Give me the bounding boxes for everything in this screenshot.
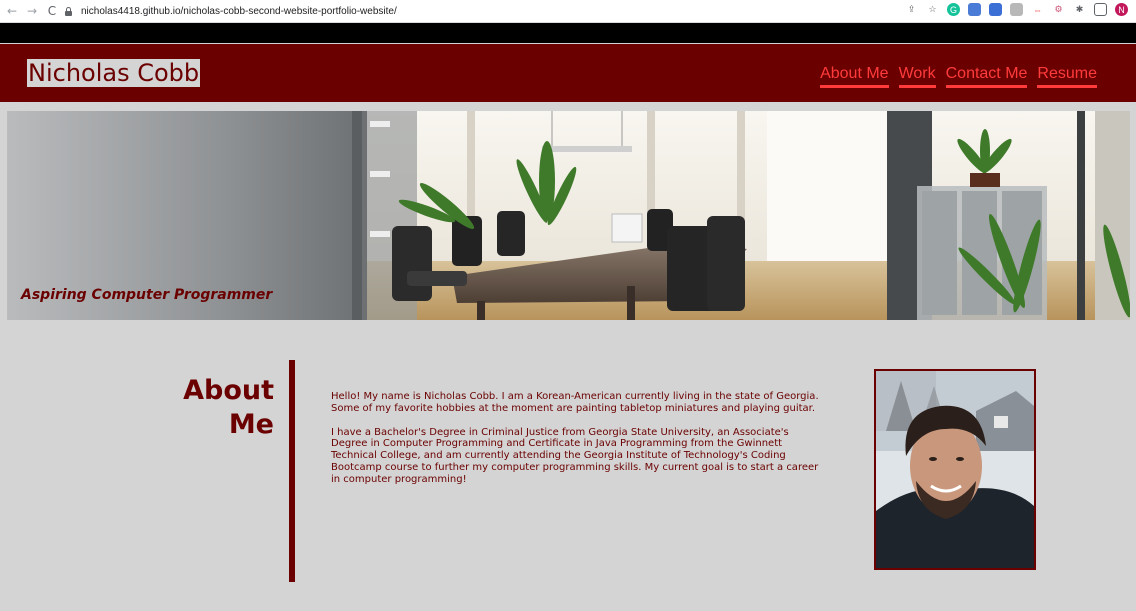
address-bar[interactable]: nicholas4418.github.io/nicholas-cobb-sec…: [64, 3, 397, 20]
grammarly-icon[interactable]: G: [947, 3, 960, 16]
about-text: Hello! My name is Nicholas Cobb. I am a …: [331, 391, 826, 486]
browser-toolbar: ← → C nicholas4418.github.io/nicholas-co…: [0, 0, 1136, 23]
camera-extension-icon[interactable]: [989, 3, 1002, 16]
red-extension-icon[interactable]: ⇔: [1031, 3, 1044, 16]
site-header: Nicholas Cobb About Me Work Contact Me R…: [0, 44, 1136, 102]
lock-icon: [64, 7, 73, 16]
about-paragraph-1: Hello! My name is Nicholas Cobb. I am a …: [331, 391, 819, 414]
about-paragraph-2: I have a Bachelor's Degree in Criminal J…: [331, 426, 819, 485]
site-nav: About Me Work Contact Me Resume: [820, 65, 1097, 88]
extension-icons: ⇪ ☆ G ⇔ ⚙ ✱ N: [905, 3, 1128, 16]
share-icon[interactable]: ⇪: [905, 3, 918, 16]
about-divider: [289, 360, 295, 582]
grey-extension-icon[interactable]: [1010, 3, 1023, 16]
back-arrow-icon[interactable]: ←: [4, 3, 20, 19]
about-heading-line2: Me: [228, 409, 274, 440]
site-title: Nicholas Cobb: [27, 59, 201, 87]
nav-resume[interactable]: Resume: [1037, 65, 1097, 88]
nav-work[interactable]: Work: [898, 65, 936, 88]
hero-banner: Aspiring Computer Programmer: [7, 111, 1130, 320]
profile-photo-image: [876, 371, 1034, 568]
nav-contact-me[interactable]: Contact Me: [945, 65, 1028, 88]
about-heading-line1: About: [183, 375, 274, 406]
about-heading: About Me: [160, 374, 274, 442]
profile-photo: [874, 369, 1036, 570]
puzzle-icon[interactable]: ✱: [1073, 3, 1086, 16]
profile-avatar[interactable]: N: [1115, 3, 1128, 16]
url-text: nicholas4418.github.io/nicholas-cobb-sec…: [81, 6, 397, 17]
black-strip: [0, 23, 1136, 43]
settings-extension-icon[interactable]: ⚙: [1052, 3, 1065, 16]
hero-tagline: Aspiring Computer Programmer: [21, 287, 273, 303]
star-icon[interactable]: ☆: [926, 3, 939, 16]
nav-about-me[interactable]: About Me: [820, 65, 889, 88]
sidebar-icon[interactable]: [1094, 3, 1107, 16]
forward-arrow-icon[interactable]: →: [24, 3, 40, 19]
reload-icon[interactable]: C: [44, 3, 60, 19]
extension-blue-icon[interactable]: [968, 3, 981, 16]
